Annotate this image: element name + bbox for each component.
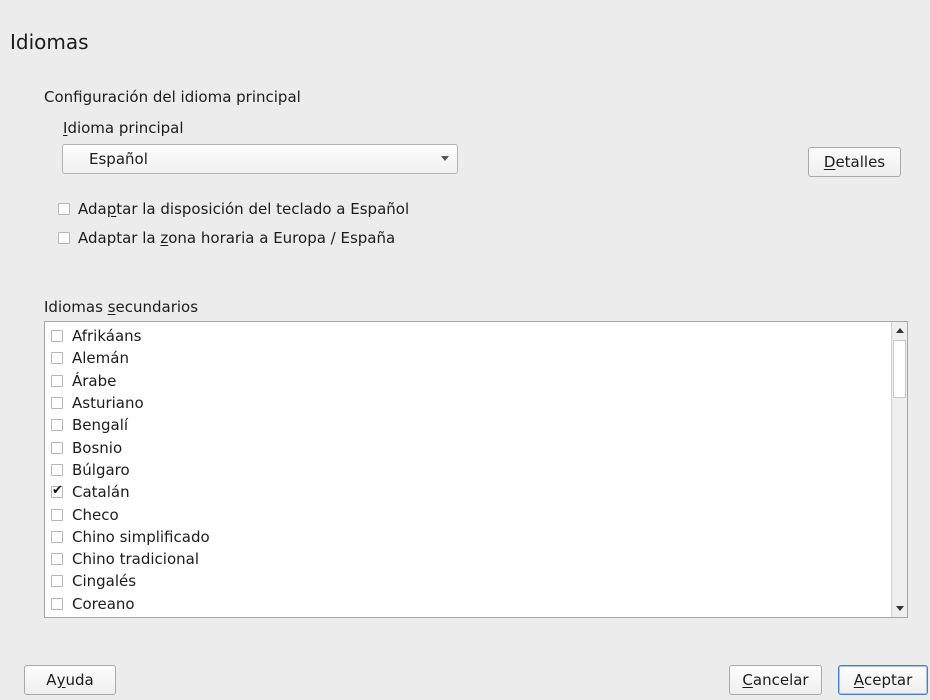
language-name: Checo: [72, 505, 119, 524]
adapt-timezone-option[interactable]: Adaptar la zona horaria a Europa / Españ…: [58, 229, 395, 247]
language-item[interactable]: ✔ Catalán: [51, 481, 210, 503]
languages-list-items: Afrikáans Alemán Árabe Asturiano Bengalí Bosn…: [51, 325, 210, 615]
language-checkbox[interactable]: [51, 374, 63, 387]
language-name: Afrikáans: [72, 327, 142, 346]
scrollbar-thumb[interactable]: [893, 340, 906, 398]
adapt-timezone-label: Adaptar la zona horaria a Europa / Españ…: [78, 229, 395, 247]
language-item[interactable]: Checo: [51, 503, 210, 525]
language-item[interactable]: Asturiano: [51, 392, 210, 414]
mnemonic-d: D: [823, 153, 836, 171]
cancel-button[interactable]: Cancelar: [729, 665, 822, 695]
language-item[interactable]: Cingalés: [51, 570, 210, 592]
mnemonic-p: p: [106, 200, 117, 218]
adapt-keyboard-label: Adaptar la disposición del teclado a Esp…: [78, 200, 409, 218]
language-item[interactable]: Alemán: [51, 347, 210, 369]
language-name: Coreano: [72, 594, 135, 613]
help-button[interactable]: Ay uda: [24, 665, 116, 695]
mnemonic-y: y: [56, 671, 66, 689]
mnemonic-a: A: [853, 671, 864, 689]
scroll-down-icon[interactable]: [896, 606, 904, 611]
label-part: ancelar: [752, 671, 809, 689]
language-checkbox[interactable]: [51, 575, 63, 588]
scrollbar[interactable]: [891, 322, 907, 617]
language-name: Árabe: [72, 371, 117, 390]
label-rest: dioma principal: [67, 119, 184, 137]
language-checkbox[interactable]: ✔: [51, 483, 63, 499]
label-part: ceptar: [864, 671, 913, 689]
adapt-keyboard-option[interactable]: Adaptar la disposición del teclado a Esp…: [58, 200, 409, 218]
details-button[interactable]: Detalles: [808, 147, 901, 177]
label-part: ona horaria a Europa / España: [168, 229, 396, 247]
language-name: Chino simplificado: [72, 527, 210, 546]
language-item[interactable]: Coreano: [51, 593, 210, 615]
label-part: uda: [65, 671, 94, 689]
secondary-languages-label: Idiomas secundarios: [44, 298, 198, 316]
language-name: Alemán: [72, 349, 129, 368]
language-checkbox[interactable]: [51, 352, 63, 365]
dialog-title: Idiomas: [10, 30, 89, 54]
chevron-down-icon: [441, 156, 449, 161]
language-item[interactable]: Bosnio: [51, 436, 210, 458]
language-name: Asturiano: [72, 394, 144, 413]
language-name: Chino tradicional: [72, 550, 199, 569]
mnemonic-s: s: [107, 298, 116, 316]
language-checkbox[interactable]: [51, 508, 63, 521]
language-item[interactable]: Árabe: [51, 370, 210, 392]
language-name: Búlgaro: [72, 460, 130, 479]
language-checkbox[interactable]: [51, 463, 63, 476]
selected-language: Español: [89, 150, 148, 168]
primary-section-label: Configuración del idioma principal: [44, 88, 301, 106]
secondary-languages-list[interactable]: Afrikáans Alemán Árabe Asturiano Bengalí Bosn…: [44, 321, 908, 618]
language-checkbox[interactable]: [51, 597, 63, 610]
label-part: A: [46, 671, 57, 689]
details-label-rest: etalles: [835, 153, 886, 171]
language-checkbox[interactable]: [51, 441, 63, 454]
language-item[interactable]: Afrikáans: [51, 325, 210, 347]
check-icon: ✔: [52, 483, 63, 499]
language-name: Bengalí: [72, 416, 129, 435]
label-part: ecundarios: [115, 298, 199, 316]
label-part: Adaptar la: [78, 229, 161, 247]
language-checkbox[interactable]: [51, 530, 63, 543]
language-item[interactable]: Búlgaro: [51, 459, 210, 481]
language-name: Bosnio: [72, 438, 123, 457]
language-checkbox[interactable]: [51, 397, 63, 410]
language-checkbox[interactable]: [51, 553, 63, 566]
language-name: Cingalés: [72, 572, 137, 591]
label-part: Idiomas: [44, 298, 108, 316]
label-part: Ada: [78, 200, 107, 218]
scroll-up-icon[interactable]: [896, 328, 904, 333]
language-item[interactable]: Chino simplificado: [51, 526, 210, 548]
adapt-timezone-checkbox[interactable]: [58, 232, 70, 244]
language-item[interactable]: Chino tradicional: [51, 548, 210, 570]
mnemonic-c: C: [742, 671, 753, 689]
language-checkbox[interactable]: [51, 419, 63, 432]
primary-language-select[interactable]: Español: [62, 144, 458, 174]
language-checkbox[interactable]: [51, 330, 63, 343]
language-item[interactable]: Bengalí: [51, 414, 210, 436]
label-part: tar la disposición del teclado a Español: [116, 200, 410, 218]
primary-language-label: Idioma principal: [63, 119, 184, 137]
adapt-keyboard-checkbox[interactable]: [58, 203, 70, 215]
language-name: Catalán: [72, 483, 130, 502]
accept-button[interactable]: Aceptar: [838, 665, 928, 695]
